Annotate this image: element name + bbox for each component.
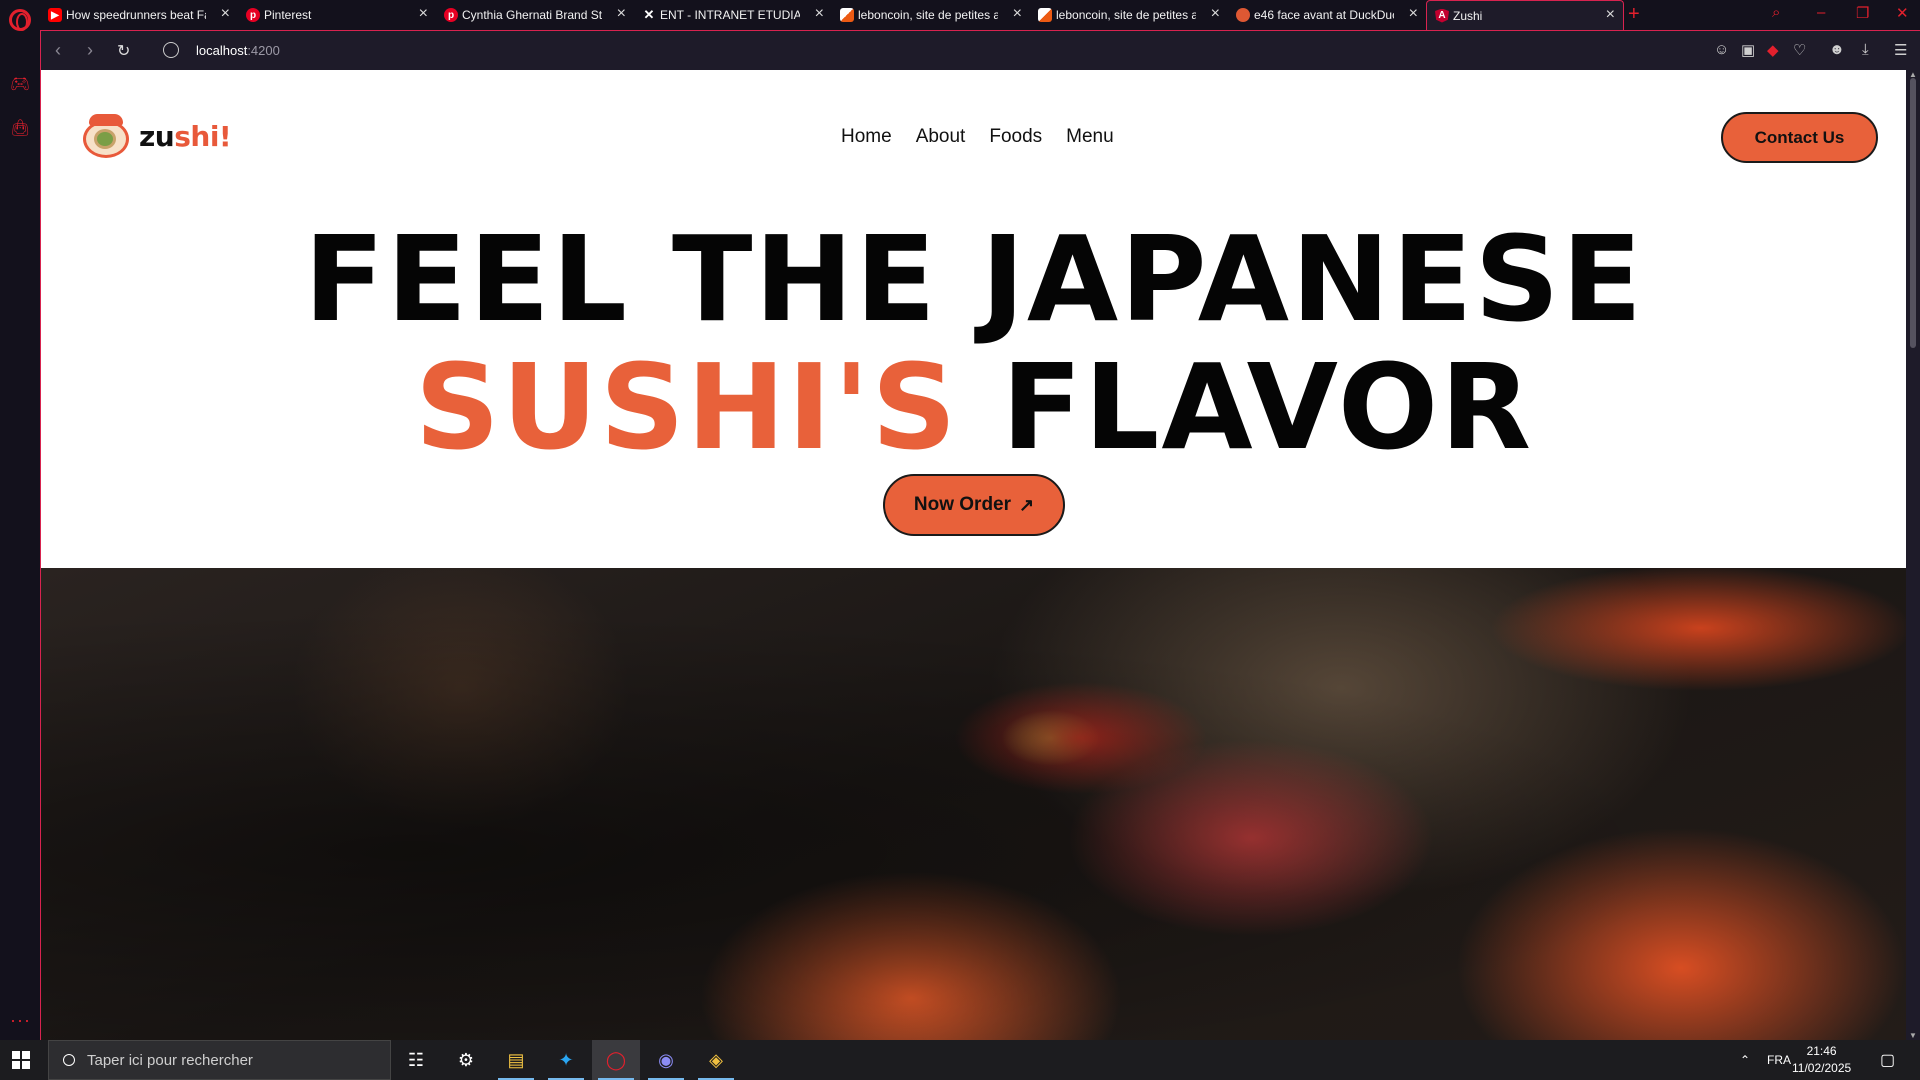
site-logo[interactable]: zushi! xyxy=(81,112,232,160)
tab-close-icon[interactable]: × xyxy=(1211,6,1220,22)
clock-date: 11/02/2025 xyxy=(1792,1061,1852,1075)
windows-taskbar: ☷ ⚙ ▤ ✦ ◯ ◉ ◈ ⌃ FRA 21:46 11/02/2025 ▢ xyxy=(0,1040,1920,1080)
hero-rest: FLAVOR xyxy=(1001,338,1534,476)
logo-text: zushi! xyxy=(139,119,232,153)
pinterest-icon: p xyxy=(246,8,260,22)
tab-title: Pinterest xyxy=(264,8,312,22)
tab-title: leboncoin, site de petites a xyxy=(1056,8,1196,22)
gitkraken-icon[interactable]: ◈ xyxy=(692,1040,740,1080)
new-tab-button[interactable]: + xyxy=(1628,3,1640,26)
reload-icon[interactable]: ↻ xyxy=(117,41,130,61)
page-scrollbar[interactable]: ▲ ▼ xyxy=(1906,70,1920,1040)
now-order-button[interactable]: Now Order ↗ xyxy=(883,474,1065,536)
close-window-icon[interactable]: ✕ xyxy=(1896,4,1909,22)
emoji-icon[interactable]: ☺ xyxy=(1714,41,1729,58)
nav-link-menu[interactable]: Menu xyxy=(1066,126,1114,148)
scroll-down-icon[interactable]: ▼ xyxy=(1909,1031,1917,1040)
now-order-label: Now Order xyxy=(913,494,1012,515)
sushi-hero-image xyxy=(41,568,1906,1040)
tab-search-icon[interactable]: ⌕ xyxy=(1772,4,1780,21)
site-header: zushi! Home About Foods Menu Contact Us xyxy=(41,70,1906,200)
url-field[interactable]: localhost:4200 xyxy=(196,43,280,58)
tab-duckduckgo[interactable]: e46 face avant at DuckDuc × xyxy=(1228,0,1426,30)
account-icon[interactable]: ☻ xyxy=(1829,41,1845,58)
tab-close-icon[interactable]: × xyxy=(617,6,626,22)
leboncoin-icon xyxy=(1038,8,1052,22)
clock-time: 21:46 xyxy=(1806,1044,1837,1058)
url-port: :4200 xyxy=(247,43,280,58)
vscode-icon[interactable]: ✦ xyxy=(542,1040,590,1080)
pinterest-icon: p xyxy=(444,8,458,22)
nav-link-home[interactable]: Home xyxy=(841,126,892,148)
tab-close-icon[interactable]: × xyxy=(419,6,428,22)
tab-zushi-active[interactable]: A Zushi × xyxy=(1426,0,1624,30)
tab-ent[interactable]: ✕ ENT - INTRANET ETUDIANT × xyxy=(634,0,832,30)
tab-close-icon[interactable]: × xyxy=(1409,6,1418,22)
hero-title-line2: SUSHI'S FLAVOR xyxy=(41,348,1906,466)
browser-sidebar: 🎮︎ 👜︎ ··· xyxy=(0,0,40,1040)
tab-close-icon[interactable]: × xyxy=(815,6,824,22)
contact-us-button[interactable]: Contact Us xyxy=(1721,112,1878,163)
opera-taskbar-icon[interactable]: ◯ xyxy=(592,1040,640,1080)
nav-link-about[interactable]: About xyxy=(916,126,966,148)
menu-icon[interactable]: ☰ xyxy=(1894,41,1907,59)
tab-title: leboncoin, site de petites a xyxy=(858,8,998,22)
tab-close-icon[interactable]: × xyxy=(221,6,230,22)
restore-icon[interactable]: ❐ xyxy=(1856,4,1869,22)
shield-icon[interactable]: ◆ xyxy=(1767,41,1779,59)
tab-close-icon[interactable]: × xyxy=(1013,6,1022,22)
tab-youtube[interactable]: ▶ How speedrunners beat Fa × xyxy=(40,0,238,30)
tab-title: How speedrunners beat Fa xyxy=(66,8,206,22)
tab-close-icon[interactable]: × xyxy=(1606,7,1615,23)
windows-start-icon[interactable] xyxy=(12,1051,30,1069)
notifications-icon[interactable]: ▢ xyxy=(1880,1040,1895,1080)
page-viewport: zushi! Home About Foods Menu Contact Us … xyxy=(40,70,1906,1040)
bag-icon[interactable]: 👜︎ xyxy=(10,120,30,138)
tab-title: e46 face avant at DuckDuc xyxy=(1254,8,1394,22)
tab-leboncoin-1[interactable]: leboncoin, site de petites a × xyxy=(832,0,1030,30)
tray-chevron-icon[interactable]: ⌃ xyxy=(1740,1040,1750,1080)
forward-icon[interactable]: › xyxy=(87,40,93,61)
file-explorer-icon[interactable]: ▤ xyxy=(492,1040,540,1080)
youtube-icon: ▶ xyxy=(48,8,62,22)
tab-pinterest-brand[interactable]: p Cynthia Ghernati Brand Str × xyxy=(436,0,634,30)
leboncoin-icon xyxy=(840,8,854,22)
search-icon xyxy=(63,1054,75,1066)
main-nav: Home About Foods Menu xyxy=(841,126,1114,148)
task-view-icon[interactable]: ☷ xyxy=(392,1040,440,1080)
tab-pinterest[interactable]: p Pinterest × xyxy=(238,0,436,30)
tab-title: ENT - INTRANET ETUDIANT xyxy=(660,8,800,22)
language-indicator[interactable]: FRA xyxy=(1767,1040,1791,1080)
sushi-logo-icon xyxy=(81,112,131,160)
minimize-icon[interactable]: – xyxy=(1817,4,1825,21)
opera-logo-icon[interactable] xyxy=(9,9,31,31)
back-icon[interactable]: ‹ xyxy=(55,40,61,61)
clock[interactable]: 21:46 11/02/2025 xyxy=(1792,1043,1851,1077)
steam-icon[interactable]: ⚙ xyxy=(442,1040,490,1080)
nav-link-foods[interactable]: Foods xyxy=(989,126,1042,148)
arrow-up-right-icon: ↗ xyxy=(1019,494,1035,515)
angular-icon: A xyxy=(1435,8,1449,23)
hero-title-line1: FEEL THE JAPANESE xyxy=(303,210,1645,348)
address-bar: ‹ › ↻ localhost:4200 ☺ ▣ ◆ ♡ ☻ ⤓ ☰ xyxy=(40,30,1920,70)
camera-icon[interactable]: ▣ xyxy=(1741,41,1755,59)
discord-icon[interactable]: ◉ xyxy=(642,1040,690,1080)
tab-strip: ▶ How speedrunners beat Fa × p Pinterest… xyxy=(40,0,1920,30)
hero-accent: SUSHI'S xyxy=(414,338,959,476)
ent-icon: ✕ xyxy=(643,7,655,22)
download-icon[interactable]: ⤓ xyxy=(1862,41,1869,58)
site-info-icon[interactable] xyxy=(163,42,179,58)
tab-leboncoin-2[interactable]: leboncoin, site de petites a × xyxy=(1030,0,1228,30)
tab-title: Zushi xyxy=(1453,8,1483,23)
url-host: localhost xyxy=(196,43,248,58)
gamepad-icon[interactable]: 🎮︎ xyxy=(10,76,30,94)
heart-icon[interactable]: ♡ xyxy=(1793,41,1806,59)
scrollbar-thumb[interactable] xyxy=(1910,78,1916,348)
tab-title: Cynthia Ghernati Brand Str xyxy=(462,8,602,22)
taskbar-search[interactable] xyxy=(48,1040,391,1080)
duckduckgo-icon xyxy=(1236,8,1250,22)
more-dots-icon[interactable]: ··· xyxy=(10,1010,31,1031)
taskbar-search-input[interactable] xyxy=(87,1051,377,1069)
